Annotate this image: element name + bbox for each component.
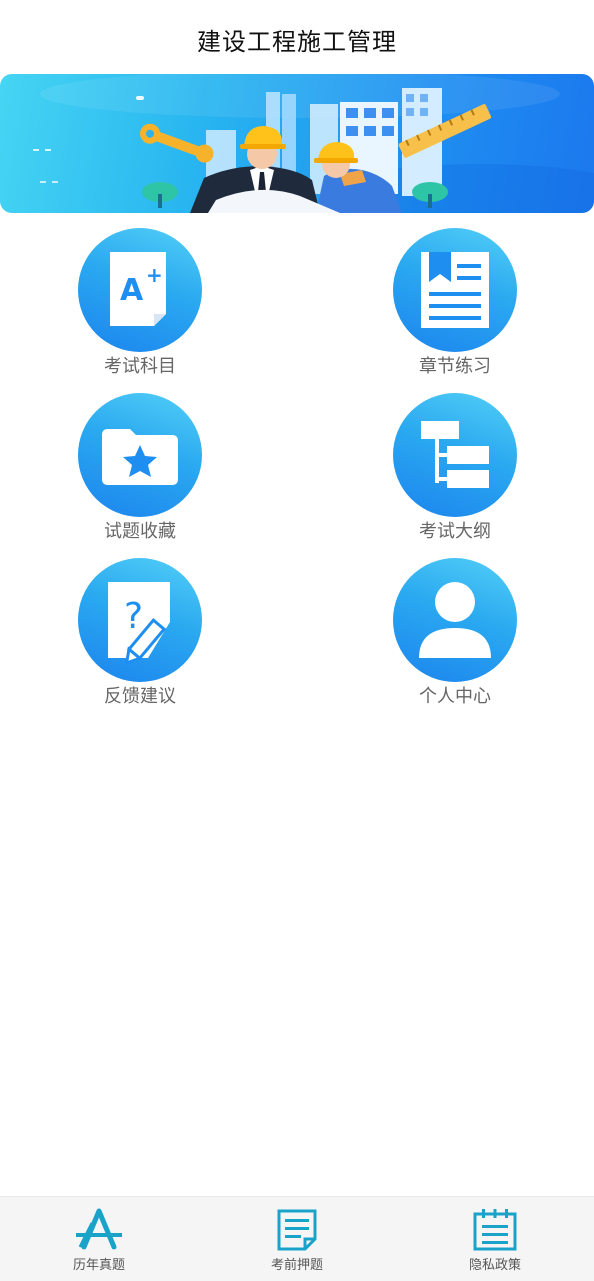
grid-item-favorites[interactable]: 试题收藏 (40, 393, 240, 553)
past-papers-icon (74, 1207, 124, 1251)
app-header: 建设工程施工管理 (0, 0, 594, 74)
tab-label: 隐私政策 (468, 1258, 521, 1273)
user-icon (393, 558, 517, 682)
grid-item-profile[interactable]: 个人中心 (355, 558, 555, 718)
tab-label: 考前押题 (270, 1258, 323, 1273)
tab-predicted-questions[interactable]: 考前押题 (198, 1197, 396, 1281)
grid-label: 个人中心 (419, 686, 491, 707)
grid-item-exam-outline[interactable]: 考试大纲 (355, 393, 555, 553)
svg-text:?: ? (124, 596, 143, 637)
privacy-policy-icon (470, 1207, 520, 1251)
tab-past-papers[interactable]: 历年真题 (0, 1197, 198, 1281)
tab-privacy-policy[interactable]: 隐私政策 (396, 1197, 594, 1281)
svg-text:A: A (120, 273, 144, 308)
hero-banner[interactable] (0, 74, 594, 213)
predicted-questions-icon (272, 1207, 322, 1251)
grid-item-chapter-practice[interactable]: 章节练习 (355, 228, 555, 388)
outline-tree-icon (393, 393, 517, 517)
svg-text:+: + (146, 263, 163, 287)
page-title: 建设工程施工管理 (197, 28, 397, 56)
grid-label: 试题收藏 (104, 521, 176, 542)
grid-label: 考试大纲 (419, 521, 491, 542)
feedback-icon: ? (78, 558, 202, 682)
banner-illustration (33, 74, 594, 213)
chapter-practice-icon (393, 228, 517, 352)
exam-subject-icon: A + (78, 228, 202, 352)
favorite-folder-icon (78, 393, 202, 517)
grid-label: 考试科目 (104, 356, 176, 377)
bottom-tab-bar: 历年真题 考前押题 隐私政策 (0, 1196, 594, 1281)
grid-label: 反馈建议 (104, 686, 176, 707)
grid-label: 章节练习 (419, 356, 491, 377)
grid-item-exam-subject[interactable]: A + 考试科目 (40, 228, 240, 388)
tab-label: 历年真题 (72, 1258, 125, 1273)
grid-item-feedback[interactable]: ? 反馈建议 (40, 558, 240, 718)
